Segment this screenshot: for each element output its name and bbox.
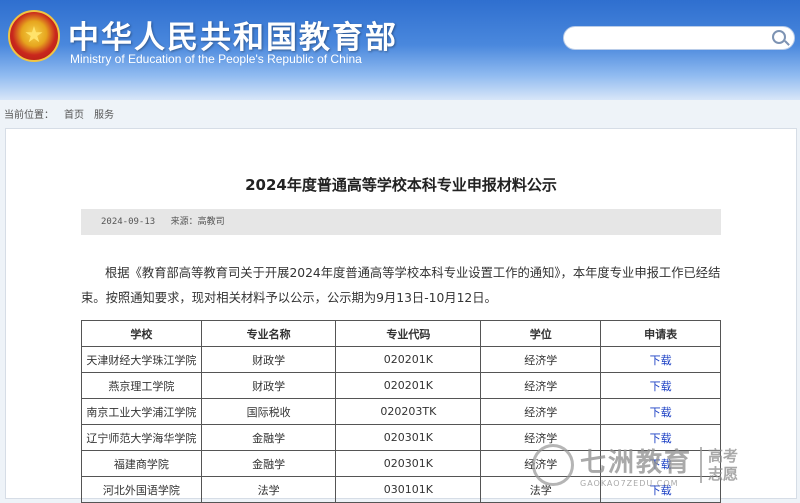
code-cell: 020301K	[335, 450, 482, 477]
article-source: 来源：高教司	[170, 217, 225, 227]
article-title: 2024年度普通高等学校本科专业申报材料公示	[245, 176, 557, 194]
download-link[interactable]: 下载	[600, 346, 721, 373]
code-cell: 020203TK	[335, 398, 482, 425]
major-cell: 财政学	[200, 372, 337, 399]
table-header-row: 学校 专业名称 专业代码 学位 申请表	[81, 320, 721, 347]
column-header-degree: 学位	[480, 320, 602, 347]
breadcrumb-label: 当前位置：	[4, 110, 54, 121]
school-cell: 河北外国语学院	[81, 476, 202, 503]
watermark-logo-icon	[532, 443, 574, 486]
watermark: 七洲教育 GAOKAO7ZEDU.COM 高考 志愿	[532, 432, 800, 497]
degree-cell: 经济学	[480, 346, 602, 373]
school-cell: 辽宁师范大学海华学院	[81, 424, 202, 451]
watermark-name: 七洲教育	[580, 447, 693, 478]
column-header-school: 学校	[81, 320, 202, 347]
table-row: 南京工业大学浦江学院 国际税收 020203TK 经济学 下载	[81, 398, 721, 425]
code-cell: 020301K	[335, 424, 482, 451]
breadcrumb-service-link[interactable]: 服务	[94, 110, 114, 121]
national-emblem-icon: ★	[8, 10, 60, 62]
major-cell: 财政学	[200, 346, 337, 373]
code-cell: 030101K	[335, 476, 482, 503]
column-header-code: 专业代码	[335, 320, 482, 347]
watermark-tag-top: 高考	[708, 446, 739, 465]
code-cell: 020201K	[335, 346, 482, 373]
download-link[interactable]: 下载	[600, 398, 721, 425]
download-link[interactable]: 下载	[600, 372, 721, 399]
column-header-form: 申请表	[600, 320, 721, 347]
watermark-tag: 高考 志愿	[700, 446, 739, 483]
site-subtitle: Ministry of Education of the People's Re…	[70, 52, 362, 66]
site-header: ★ 中华人民共和国教育部 Ministry of Education of th…	[0, 0, 800, 100]
article-body: 根据《教育部高等教育司关于开展2024年度普通高等学校本科专业设置工作的通知》，…	[81, 266, 721, 305]
major-cell: 法学	[200, 476, 337, 503]
watermark-tag-bottom: 志愿	[708, 464, 739, 483]
watermark-brand: 七洲教育 GAOKAO7ZEDU.COM	[580, 442, 692, 488]
code-cell: 020201K	[335, 372, 482, 399]
school-cell: 南京工业大学浦江学院	[81, 398, 202, 425]
school-cell: 天津财经大学珠江学院	[81, 346, 202, 373]
school-cell: 燕京理工学院	[81, 372, 202, 399]
table-row: 燕京理工学院 财政学 020201K 经济学 下载	[81, 372, 721, 399]
table-row: 天津财经大学珠江学院 财政学 020201K 经济学 下载	[81, 346, 721, 373]
major-cell: 金融学	[200, 450, 337, 477]
watermark-domain: GAOKAO7ZEDU.COM	[580, 478, 679, 488]
school-cell: 福建商学院	[81, 450, 202, 477]
article-date: 2024-09-13	[101, 217, 156, 227]
article-meta: 2024-09-13 来源：高教司	[81, 209, 721, 235]
degree-cell: 经济学	[480, 372, 602, 399]
search-icon[interactable]	[772, 30, 786, 44]
search-input[interactable]	[563, 26, 795, 50]
breadcrumb-home-link[interactable]: 首页	[64, 110, 84, 121]
major-cell: 国际税收	[200, 398, 337, 425]
site-title[interactable]: 中华人民共和国教育部	[68, 12, 398, 57]
degree-cell: 经济学	[480, 398, 602, 425]
breadcrumb: 当前位置： 首页 服务	[4, 106, 124, 121]
major-cell: 金融学	[200, 424, 337, 451]
column-header-major: 专业名称	[200, 320, 337, 347]
